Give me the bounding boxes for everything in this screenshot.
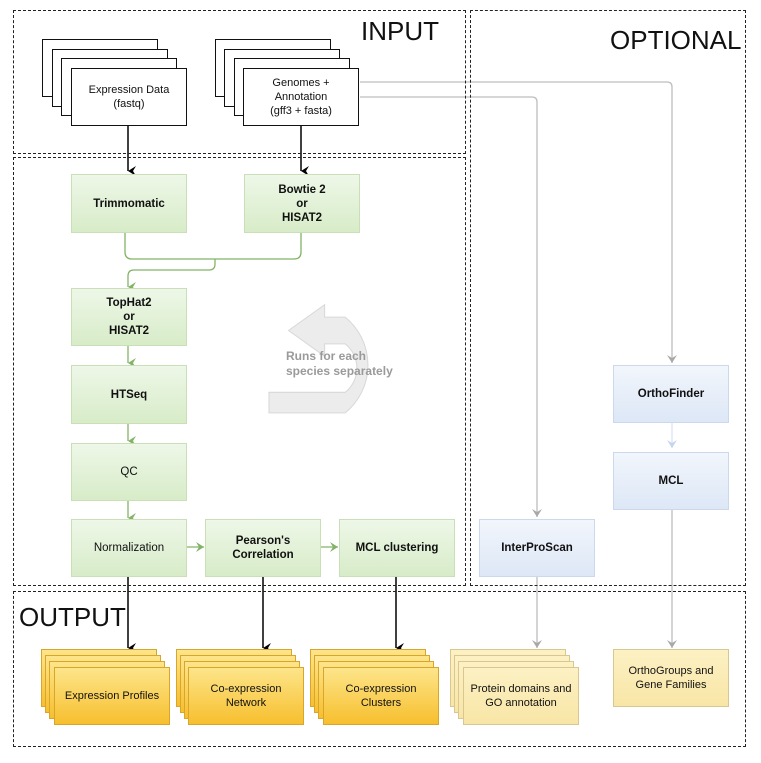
mcl-clustering-step[interactable]: MCL clustering: [339, 519, 455, 577]
bowtie-hisat-step[interactable]: Bowtie 2 or HISAT2: [244, 174, 360, 233]
pearson-correlation-step[interactable]: Pearson's Correlation: [205, 519, 321, 577]
genomes-annotation-input[interactable]: Genomes + Annotation (gff3 + fasta): [243, 68, 359, 126]
coexpression-clusters-output[interactable]: Co-expression Clusters: [323, 667, 439, 725]
protein-domains-output[interactable]: Protein domains and GO annotation: [463, 667, 579, 725]
interproscan-step[interactable]: InterProScan: [479, 519, 595, 577]
htseq-step[interactable]: HTSeq: [71, 365, 187, 424]
normalization-step[interactable]: Normalization: [71, 519, 187, 577]
orthogroups-output[interactable]: OrthoGroups and Gene Families: [613, 649, 729, 707]
optional-region-title: OPTIONAL: [610, 25, 742, 55]
coexpression-network-output[interactable]: Co-expression Network: [188, 667, 304, 725]
mcl-step[interactable]: MCL: [613, 452, 729, 510]
expression-profiles-output[interactable]: Expression Profiles: [54, 667, 170, 725]
expression-data-input[interactable]: Expression Data (fastq): [71, 68, 187, 126]
qc-step[interactable]: QC: [71, 443, 187, 501]
loop-note: Runs for each species separately: [286, 349, 393, 378]
tophat-hisat-step[interactable]: TopHat2 or HISAT2: [71, 288, 187, 346]
trimmomatic-step[interactable]: Trimmomatic: [71, 174, 187, 233]
output-region-title: OUTPUT: [19, 602, 126, 632]
input-region-title: INPUT: [361, 16, 439, 46]
orthofinder-step[interactable]: OrthoFinder: [613, 365, 729, 423]
